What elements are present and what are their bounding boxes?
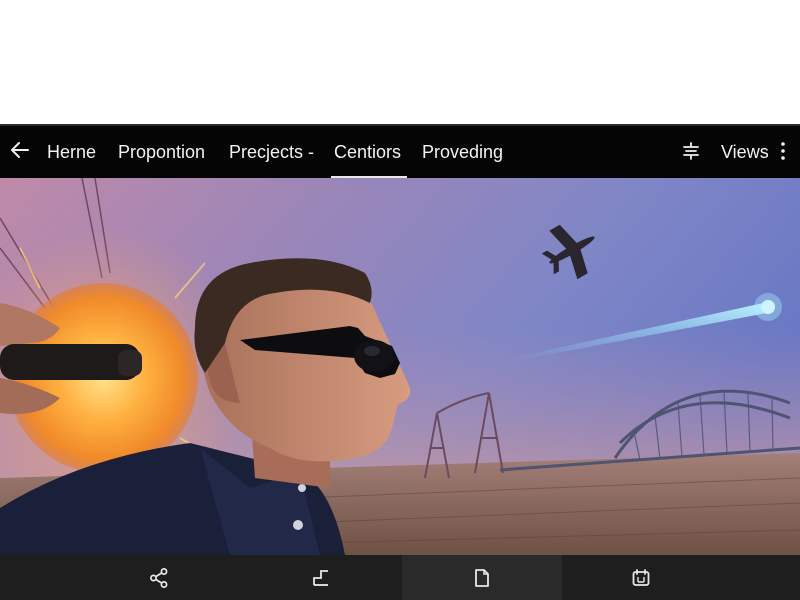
tab-herne[interactable]: Herne [47, 126, 96, 178]
scene-illustration [0, 178, 800, 555]
top-blank-area [0, 0, 800, 124]
document-button[interactable] [402, 555, 562, 600]
crop-icon [313, 569, 328, 586]
calendar-icon [632, 568, 650, 586]
bottom-toolbar [0, 555, 800, 600]
tab-precjects[interactable]: Precjects - [229, 126, 314, 178]
tab-proveding[interactable]: Proveding [422, 126, 503, 178]
crop-button[interactable] [241, 555, 401, 600]
views-menu[interactable]: Views [721, 126, 769, 178]
share-button[interactable] [79, 555, 239, 600]
tab-propontion[interactable]: Propontion [118, 126, 205, 178]
calendar-button[interactable] [561, 555, 721, 600]
more-vertical-icon[interactable] [776, 140, 790, 162]
filter-icon[interactable] [680, 140, 702, 162]
document-icon [475, 568, 489, 587]
hero-image [0, 178, 800, 555]
share-icon [150, 567, 168, 588]
arrow-left-icon[interactable] [8, 138, 32, 162]
tab-centiors[interactable]: Centiors [330, 126, 408, 178]
top-navigation-bar: Herne Propontion Precjects - Centiors Pr… [0, 124, 800, 178]
